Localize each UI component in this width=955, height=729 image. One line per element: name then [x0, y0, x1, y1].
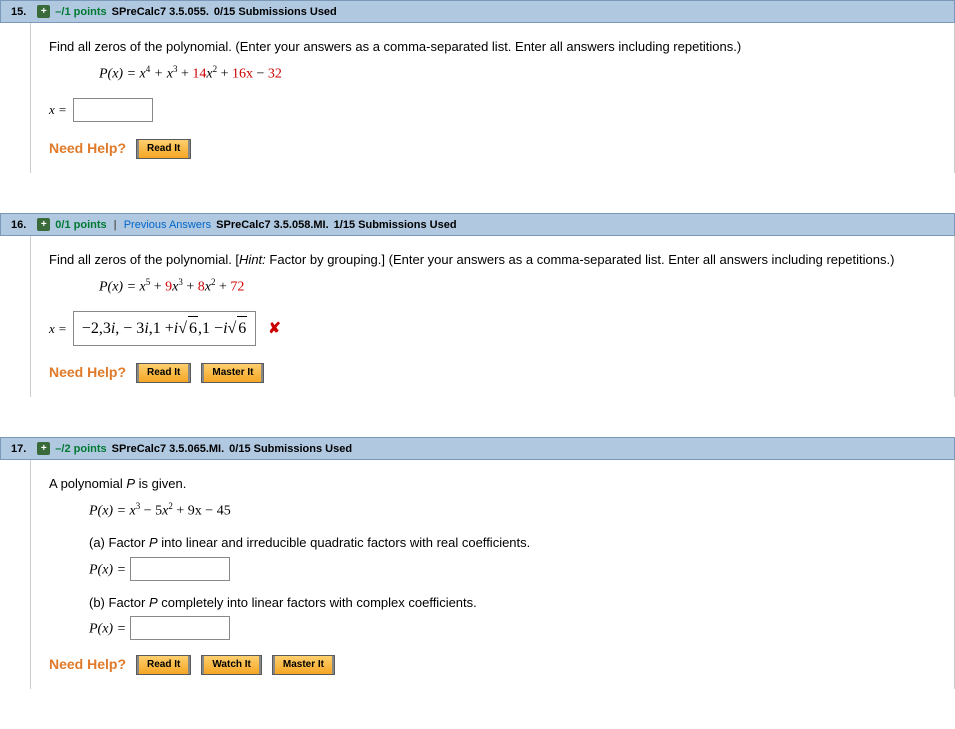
polynomial-formula: P(x) = x5 + 9x3 + 8x2 + 72	[99, 276, 936, 298]
part-b-prompt: (b) Factor P completely into linear fact…	[89, 593, 936, 613]
separator: |	[112, 219, 119, 231]
part-b-answer-row: P(x) =	[89, 616, 936, 640]
polynomial-formula: P(x) = x3 − 5x2 + 9x − 45	[89, 500, 936, 522]
question-17: 17. + –/2 points SPreCalc7 3.5.065.MI. 0…	[0, 437, 955, 689]
plus-icon[interactable]: +	[37, 442, 50, 455]
part-a-answer-row: P(x) =	[89, 557, 936, 581]
master-it-button[interactable]: Master It	[201, 363, 264, 383]
need-help-label: Need Help?	[49, 654, 126, 675]
need-help-label: Need Help?	[49, 362, 126, 383]
part-a-input[interactable]	[130, 557, 230, 581]
answer-input[interactable]	[73, 98, 153, 122]
submissions-label: 0/15 Submissions Used	[229, 443, 352, 455]
points-label: 0/1 points	[55, 219, 106, 231]
submissions-label: 0/15 Submissions Used	[214, 6, 337, 18]
question-number: 15.	[11, 6, 32, 18]
answer-row: x = −2,3i, − 3i,1 + i√6 ,1 − i√6 ✘	[49, 311, 936, 346]
submissions-label: 1/15 Submissions Used	[334, 219, 457, 231]
need-help-row: Need Help? Read It	[49, 138, 936, 159]
question-body: Find all zeros of the polynomial. (Enter…	[30, 23, 955, 173]
need-help-row: Need Help? Read It Master It	[49, 362, 936, 383]
points-label: –/2 points	[55, 443, 106, 455]
prompt-text: Find all zeros of the polynomial. [Hint:…	[49, 250, 936, 270]
question-16: 16. + 0/1 points | Previous Answers SPre…	[0, 213, 955, 397]
question-number: 17.	[11, 443, 32, 455]
question-header: 16. + 0/1 points | Previous Answers SPre…	[0, 213, 955, 236]
read-it-button[interactable]: Read It	[136, 363, 191, 383]
read-it-button[interactable]: Read It	[136, 139, 191, 159]
wrong-icon: ✘	[262, 318, 281, 341]
prompt-text: A polynomial P is given.	[49, 474, 936, 494]
question-reference: SPreCalc7 3.5.058.MI.	[216, 219, 329, 231]
question-header: 15. + –/1 points SPreCalc7 3.5.055. 0/15…	[0, 0, 955, 23]
plus-icon[interactable]: +	[37, 5, 50, 18]
question-header: 17. + –/2 points SPreCalc7 3.5.065.MI. 0…	[0, 437, 955, 460]
part-b-input[interactable]	[130, 616, 230, 640]
answer-box-wrong[interactable]: −2,3i, − 3i,1 + i√6 ,1 − i√6	[73, 311, 257, 346]
read-it-button[interactable]: Read It	[136, 655, 191, 675]
question-15: 15. + –/1 points SPreCalc7 3.5.055. 0/15…	[0, 0, 955, 173]
plus-icon[interactable]: +	[37, 218, 50, 231]
answer-label: x =	[49, 100, 67, 120]
master-it-button[interactable]: Master It	[272, 655, 335, 675]
polynomial-formula: P(x) = x4 + x3 + 14x2 + 16x − 32	[99, 63, 936, 85]
answer-row: x =	[49, 98, 936, 122]
watch-it-button[interactable]: Watch It	[201, 655, 262, 675]
question-reference: SPreCalc7 3.5.065.MI.	[112, 443, 225, 455]
question-body: Find all zeros of the polynomial. [Hint:…	[30, 236, 955, 397]
question-number: 16.	[11, 219, 32, 231]
question-reference: SPreCalc7 3.5.055.	[112, 6, 209, 18]
answer-label: x =	[49, 319, 67, 339]
need-help-label: Need Help?	[49, 138, 126, 159]
previous-answers-link[interactable]: Previous Answers	[124, 219, 211, 231]
part-a-prompt: (a) Factor P into linear and irreducible…	[89, 533, 936, 553]
need-help-row: Need Help? Read It Watch It Master It	[49, 654, 936, 675]
question-body: A polynomial P is given. P(x) = x3 − 5x2…	[30, 460, 955, 689]
points-label: –/1 points	[55, 6, 106, 18]
prompt-text: Find all zeros of the polynomial. (Enter…	[49, 37, 936, 57]
